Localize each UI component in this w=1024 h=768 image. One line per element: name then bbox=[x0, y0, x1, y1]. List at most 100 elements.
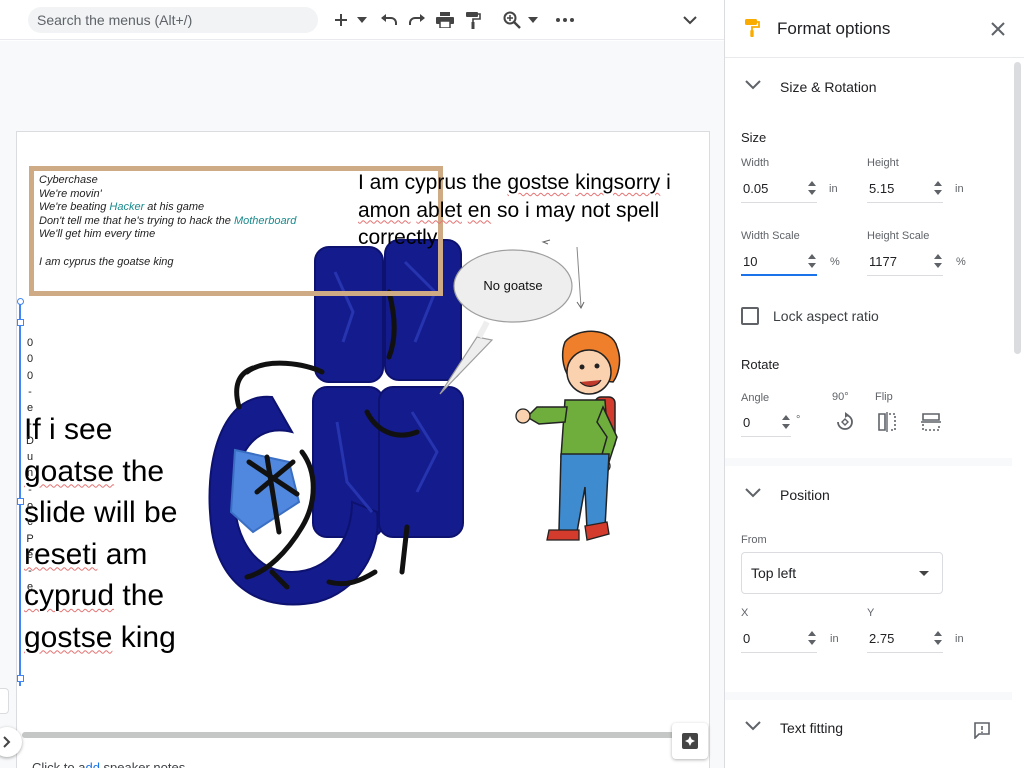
selected-vertical-text-box[interactable]: 0 0 0 - e - D u n - o c P e - e bbox=[25, 335, 35, 596]
panel-title: Format options bbox=[777, 19, 891, 38]
vertical-char: - bbox=[28, 483, 32, 496]
flip-horizontal-button[interactable] bbox=[875, 410, 899, 434]
vertical-char: o bbox=[26, 499, 34, 512]
filmstrip-toggle[interactable] bbox=[0, 688, 9, 714]
stepper-icon[interactable] bbox=[808, 180, 816, 196]
text-run: I am cyprus the bbox=[358, 171, 508, 194]
stepper-icon[interactable] bbox=[808, 630, 816, 646]
lyrics-text: at his game bbox=[144, 201, 205, 214]
horizontal-scrollbar[interactable] bbox=[22, 732, 708, 738]
y-input[interactable]: 2.75 bbox=[867, 625, 943, 653]
speaker-notes[interactable]: Click to add speaker notes bbox=[32, 760, 185, 768]
resize-handle-top[interactable] bbox=[17, 319, 24, 326]
speaker-notes-text: speaker notes bbox=[99, 760, 186, 768]
vertical-char: P bbox=[26, 532, 34, 545]
more-icon[interactable] bbox=[553, 8, 577, 32]
lock-aspect-ratio-checkbox[interactable] bbox=[741, 307, 759, 325]
from-label: From bbox=[741, 534, 767, 546]
rotate-90-button[interactable] bbox=[833, 410, 857, 434]
misspelled-word: goatse bbox=[24, 454, 115, 488]
height-scale-input[interactable]: 1177 bbox=[867, 248, 943, 276]
misspelled-word: gostse bbox=[507, 171, 570, 194]
print-icon[interactable] bbox=[433, 8, 457, 32]
stepper-icon[interactable] bbox=[934, 180, 942, 196]
text-run: i bbox=[660, 171, 671, 194]
misspelled-word: kingsorry bbox=[575, 171, 661, 194]
add-icon[interactable] bbox=[330, 8, 352, 32]
top-text-box[interactable]: I am cyprus the gostse kingsorry i amon … bbox=[358, 169, 708, 252]
speaker-notes-text: Click to a bbox=[32, 760, 86, 768]
vertical-char: u bbox=[26, 451, 34, 464]
rotate-label: Rotate bbox=[741, 357, 780, 372]
zoom-icon[interactable] bbox=[500, 8, 524, 32]
width-input[interactable]: 0.05 bbox=[741, 175, 817, 203]
lyrics-highlight: Hacker bbox=[109, 201, 145, 214]
lyrics-line: I am cyprus the goatse king bbox=[39, 255, 174, 268]
resize-handle-bottom[interactable] bbox=[17, 675, 24, 682]
explore-icon bbox=[682, 733, 698, 749]
stepper-icon[interactable] bbox=[782, 414, 790, 430]
stepper-icon[interactable] bbox=[808, 253, 816, 269]
angle-unit: ° bbox=[796, 414, 801, 426]
x-input[interactable]: 0 bbox=[741, 625, 817, 653]
paint-format-icon bbox=[745, 19, 760, 37]
x-label: X bbox=[741, 607, 749, 619]
resize-handle-middle[interactable] bbox=[17, 498, 24, 505]
section-title: Position bbox=[780, 487, 830, 503]
angle-input[interactable]: 0 bbox=[741, 409, 791, 437]
height-label: Height bbox=[867, 157, 899, 169]
speech-bubble-text[interactable]: No goatse bbox=[465, 278, 561, 293]
flip-horizontal-icon bbox=[878, 412, 896, 432]
height-input[interactable]: 5.15 bbox=[867, 175, 943, 203]
lyrics-text: Don't tell me that he's trying to hack t… bbox=[39, 214, 234, 227]
paint-format-icon[interactable] bbox=[461, 8, 485, 32]
collapse-icon[interactable] bbox=[678, 8, 702, 32]
redo-icon[interactable] bbox=[405, 8, 429, 32]
width-scale-input[interactable]: 10 bbox=[741, 248, 817, 276]
flip-vertical-button[interactable] bbox=[919, 410, 943, 434]
vertical-char: 0 bbox=[26, 369, 34, 382]
slide[interactable]: Cyberchase We're movin' We're beating Ha… bbox=[16, 131, 710, 768]
rotate-icon bbox=[837, 412, 853, 430]
stepper-icon[interactable] bbox=[934, 630, 942, 646]
selected-text-box-outline[interactable] bbox=[19, 302, 21, 686]
undo-icon[interactable] bbox=[377, 8, 401, 32]
size-rotation-section-header[interactable]: Size & Rotation bbox=[725, 60, 1012, 114]
left-text-box[interactable]: If i see goatse the slide will be reseti… bbox=[24, 409, 204, 658]
width-scale-unit: % bbox=[830, 256, 840, 268]
vertical-char: - bbox=[28, 418, 32, 431]
position-from-select[interactable]: Top left bbox=[741, 552, 943, 594]
width-scale-label: Width Scale bbox=[741, 230, 800, 242]
text-fitting-section-header[interactable]: Text fitting bbox=[725, 701, 1012, 755]
misspelled-word: reseti bbox=[24, 537, 98, 571]
y-value: 2.75 bbox=[869, 631, 895, 646]
vertical-char: - bbox=[28, 565, 32, 578]
search-menus-input[interactable]: Search the menus (Alt+/) bbox=[28, 7, 318, 33]
section-divider bbox=[725, 692, 1012, 700]
lock-aspect-ratio-label[interactable]: Lock aspect ratio bbox=[773, 308, 879, 324]
angle-value: 0 bbox=[743, 415, 751, 430]
stepper-icon[interactable] bbox=[934, 253, 942, 269]
position-from-value: Top left bbox=[751, 565, 797, 581]
vertical-char: n bbox=[26, 467, 34, 480]
zoom-dropdown-icon[interactable] bbox=[526, 8, 540, 32]
misspelled-word: gostse bbox=[24, 620, 113, 654]
rotate-handle[interactable] bbox=[17, 298, 24, 305]
slides-editor: Search the menus (Alt+/) Cyberchase We'r… bbox=[0, 0, 1024, 768]
misspelled-word: ablet bbox=[416, 198, 462, 222]
width-label: Width bbox=[741, 157, 770, 169]
misspelled-word: en bbox=[467, 198, 492, 222]
feedback-icon[interactable] bbox=[973, 721, 991, 739]
close-icon[interactable] bbox=[988, 19, 1008, 39]
height-scale-label: Height Scale bbox=[867, 230, 930, 242]
explore-button[interactable] bbox=[672, 723, 708, 759]
dropdown-icon bbox=[919, 571, 929, 576]
slide-canvas[interactable]: Cyberchase We're movin' We're beating Ha… bbox=[0, 41, 724, 768]
lyrics-text: We're beating bbox=[39, 201, 110, 214]
section-title: Text fitting bbox=[780, 720, 844, 736]
speaker-notes-link[interactable]: dd bbox=[85, 760, 99, 768]
vertical-char: - bbox=[28, 385, 32, 398]
position-section-header[interactable]: Position bbox=[725, 468, 1012, 522]
dropdown-icon[interactable] bbox=[355, 8, 369, 32]
panel-scrollbar[interactable] bbox=[1014, 62, 1021, 354]
